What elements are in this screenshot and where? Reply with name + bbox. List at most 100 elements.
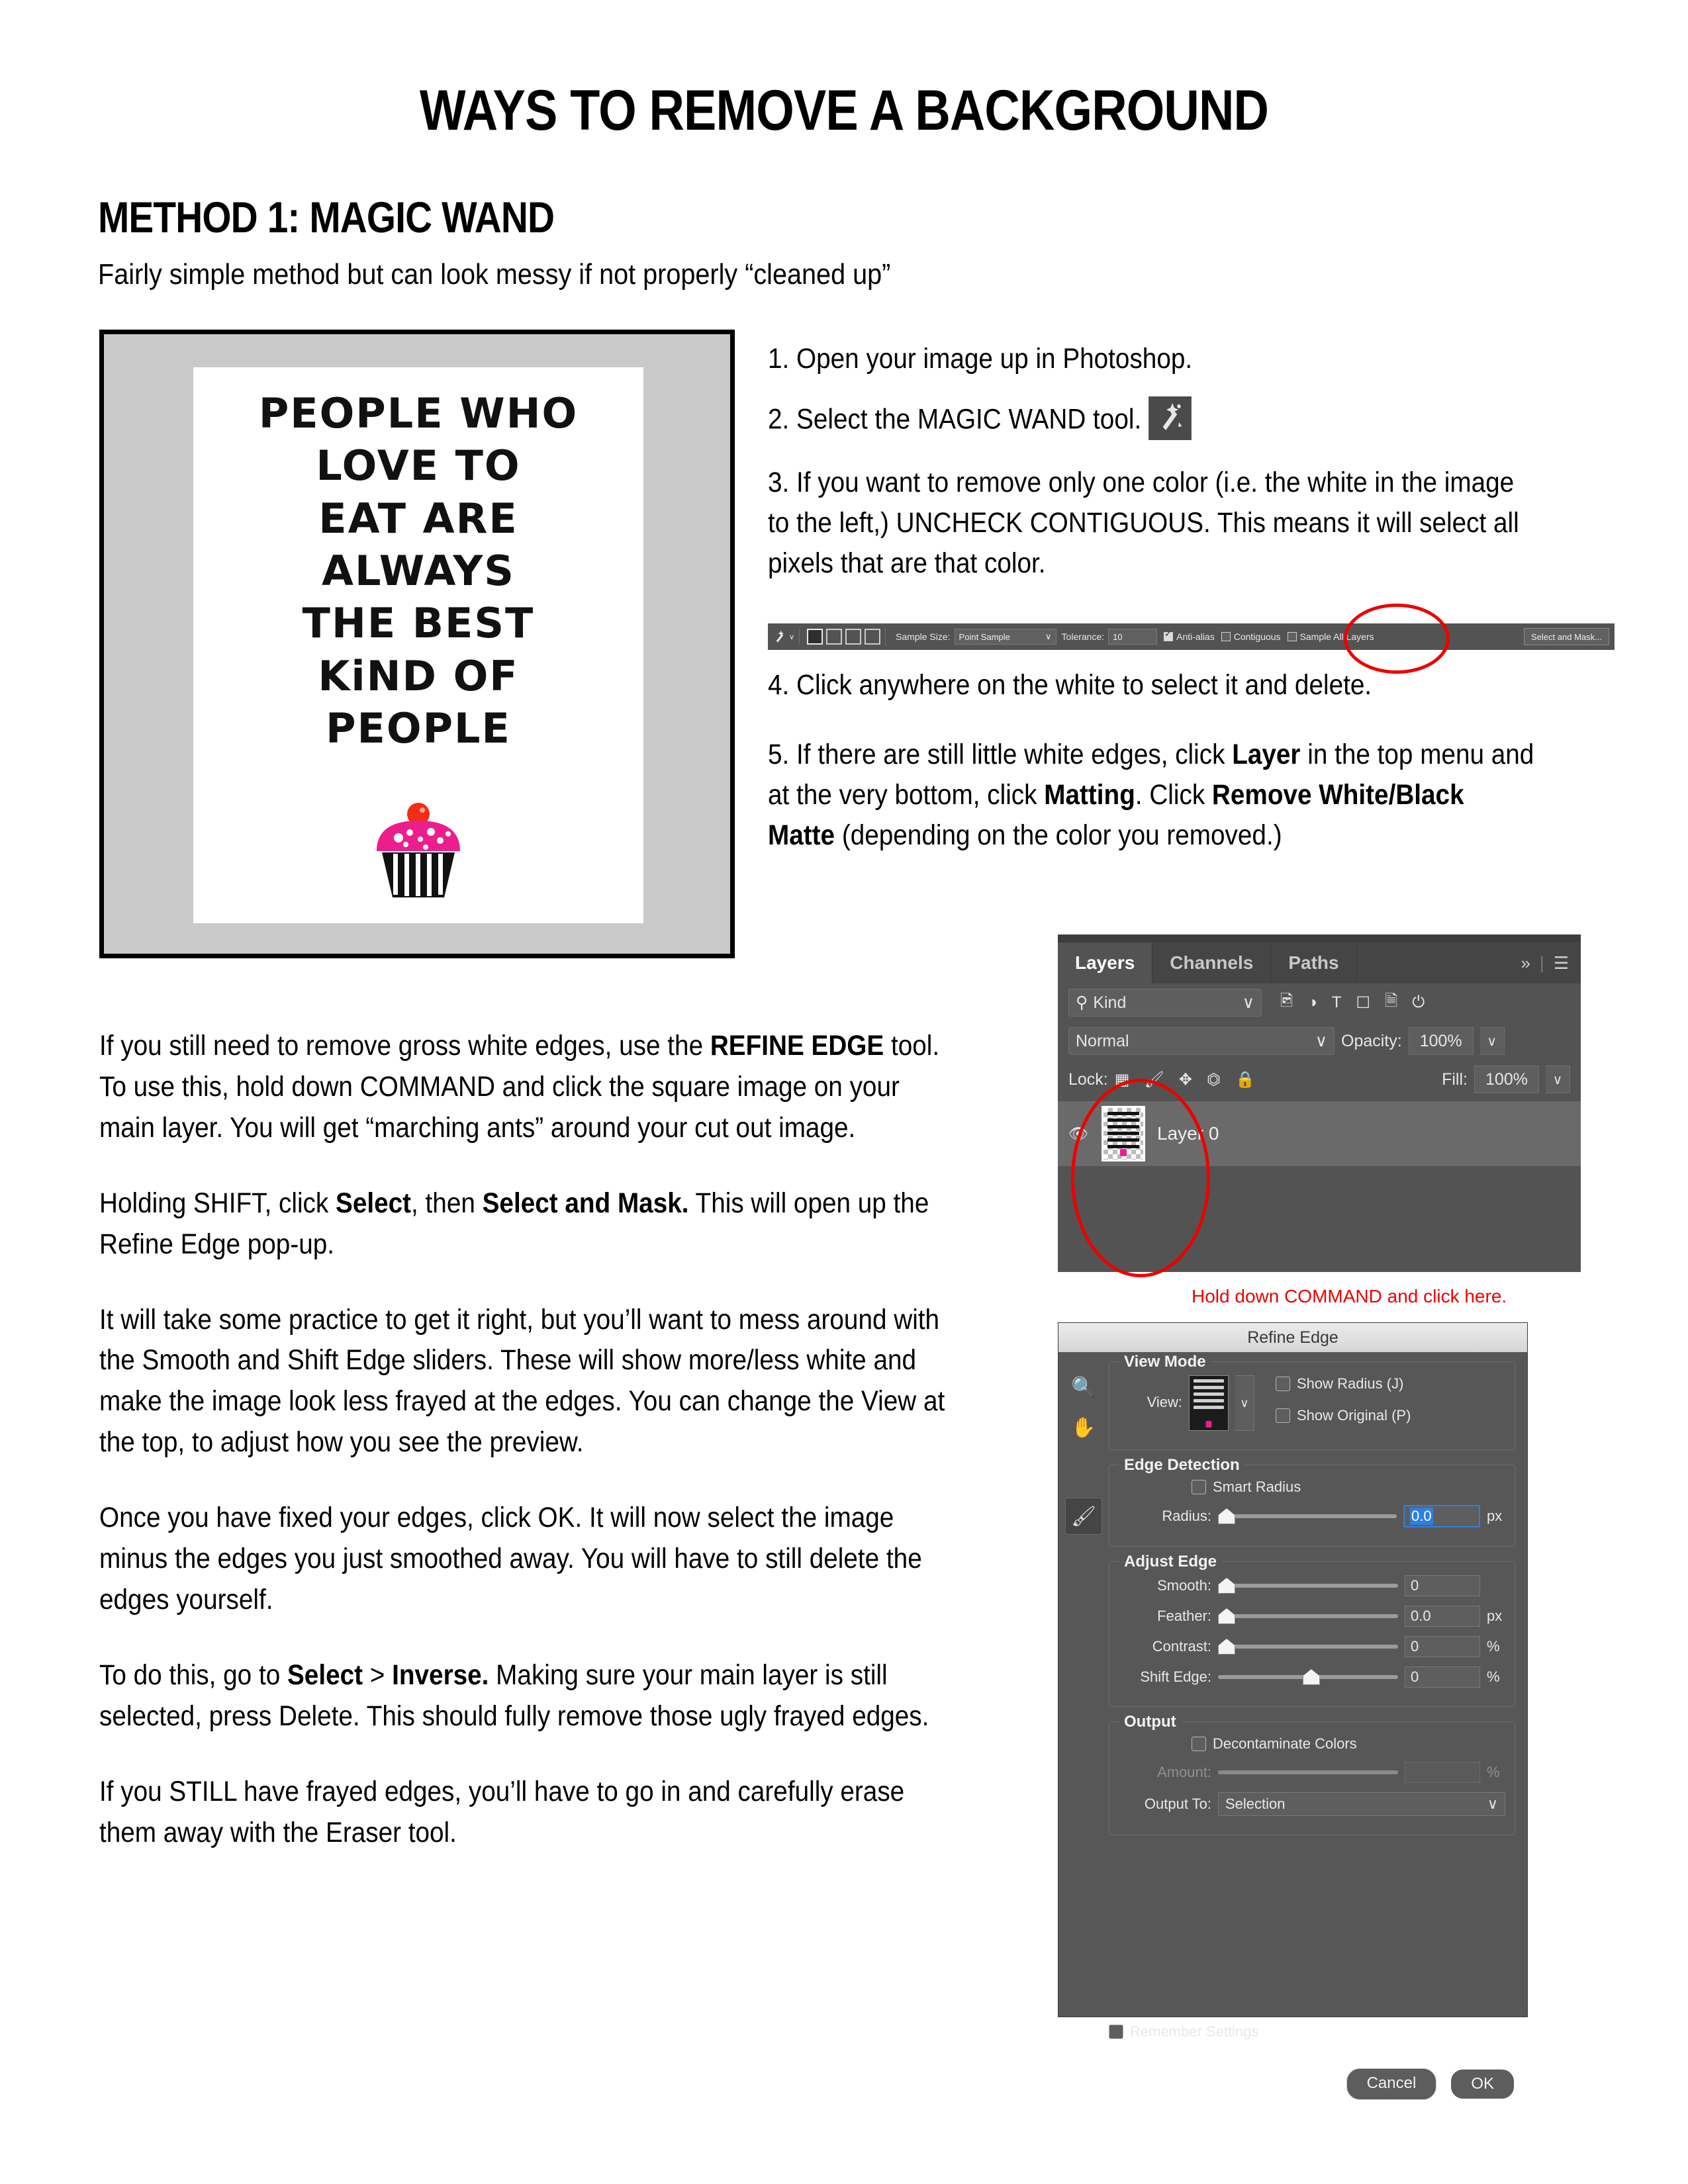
thumbnail-cupcake-dot (1205, 1421, 1212, 1428)
output-to-value: Selection (1225, 1796, 1286, 1812)
view-preview-thumbnail[interactable] (1189, 1375, 1229, 1431)
visibility-eye-icon[interactable]: 👁 (1067, 1124, 1090, 1144)
hand-tool-icon[interactable]: ✋ (1071, 1416, 1096, 1439)
paragraph-refine-edge: If you still need to remove gross white … (99, 1030, 940, 1144)
view-mode-legend: View Mode (1119, 1353, 1211, 1371)
radius-value: 0.0 (1410, 1508, 1433, 1525)
panel-menu-icon[interactable]: ☰ (1554, 953, 1569, 974)
step-4: 4. Click anywhere on the white to select… (768, 669, 1372, 701)
lock-position-icon[interactable]: ✥ (1179, 1070, 1192, 1089)
radius-input[interactable]: 0.0 (1403, 1505, 1480, 1527)
fill-value[interactable]: 100% (1474, 1066, 1539, 1093)
contrast-slider[interactable] (1218, 1639, 1398, 1655)
type-layer-icon[interactable]: T (1332, 993, 1342, 1012)
contiguous-checkbox[interactable]: Contiguous (1221, 631, 1281, 642)
blend-mode-select[interactable]: Normal ∨ (1068, 1027, 1335, 1055)
lock-icons-group: ▦ 🖌 ✥ ⏣ 🔒 (1115, 1070, 1255, 1089)
select-and-mask-button[interactable]: Select and Mask... (1524, 628, 1609, 645)
remember-settings-checkbox[interactable]: Remember Settings (1109, 2023, 1515, 2040)
slider-knob[interactable] (1218, 1578, 1235, 1594)
smart-radius-checkbox[interactable]: Smart Radius (1192, 1479, 1301, 1496)
radius-slider[interactable] (1218, 1508, 1397, 1524)
decontaminate-row: Decontaminate Colors (1119, 1735, 1505, 1752)
sample-all-layers-label: Sample All Layers (1299, 631, 1374, 642)
decontaminate-colors-checkbox[interactable]: Decontaminate Colors (1192, 1735, 1357, 1752)
filter-label: Kind (1093, 993, 1127, 1012)
output-to-select[interactable]: Selection ∨ (1218, 1792, 1505, 1816)
intersect-with-selection-icon[interactable] (865, 629, 881, 645)
smart-radius-label: Smart Radius (1213, 1479, 1301, 1495)
smooth-row: Smooth: 0 (1119, 1575, 1505, 1596)
slider-track (1218, 1514, 1397, 1518)
slider-knob[interactable] (1218, 1608, 1235, 1624)
sample-size-select[interactable]: Point Sample ∨ (954, 629, 1056, 645)
tab-channels[interactable]: Channels (1152, 942, 1272, 983)
adjustment-layer-icon[interactable]: ◑ (1307, 993, 1317, 1012)
divider (799, 628, 800, 645)
amount-label: Amount: (1157, 1764, 1211, 1780)
tool-preset-caret-icon[interactable]: ∨ (789, 633, 794, 641)
slider-knob[interactable] (1302, 1669, 1320, 1685)
layer-thumbnail[interactable] (1102, 1106, 1145, 1161)
opacity-value[interactable]: 100% (1408, 1027, 1474, 1055)
contrast-input[interactable]: 0 (1405, 1636, 1480, 1657)
lock-transparent-pixels-icon[interactable]: ▦ (1115, 1070, 1130, 1089)
show-radius-checkbox[interactable]: Show Radius (J) (1276, 1375, 1505, 1392)
lock-artboard-icon[interactable]: ⏣ (1207, 1070, 1221, 1089)
smart-object-icon[interactable]: 🗎 (1385, 989, 1397, 1017)
paragraph-inverse: To do this, go to Select > Inverse. Maki… (99, 1659, 929, 1732)
layer-filter-row: ⚲ Kind ∨ 🖻 ◑ T ☐ 🗎 ⏻ (1058, 983, 1581, 1022)
opacity-label: Opacity: (1341, 1031, 1402, 1050)
layer-name[interactable]: Layer 0 (1157, 1123, 1219, 1144)
feather-input[interactable]: 0.0 (1405, 1606, 1480, 1627)
refine-edge-dialog: Refine Edge 🔍 ✋ 🖌 View Mode View: ∨ Show… (1058, 1322, 1528, 2100)
overflow-chevron-icon[interactable]: » (1521, 953, 1530, 974)
magic-wand-icon[interactable] (773, 629, 786, 645)
add-to-selection-icon[interactable] (826, 629, 843, 645)
selection-mode-group[interactable] (807, 629, 881, 645)
layer-row-layer0[interactable]: 👁 Layer 0 (1058, 1101, 1581, 1166)
tab-layers[interactable]: Layers (1058, 942, 1153, 983)
opacity-chevron-icon[interactable]: ∨ (1479, 1027, 1505, 1055)
magic-wand-icon (1149, 396, 1192, 441)
shape-layer-icon[interactable]: ☐ (1356, 993, 1370, 1013)
shift-edge-input[interactable]: 0 (1405, 1666, 1480, 1688)
shift-edge-slider[interactable] (1218, 1669, 1398, 1685)
view-row: View: ∨ Show Radius (J) Show Original (P… (1119, 1375, 1505, 1431)
tolerance-input[interactable]: 10 (1108, 629, 1158, 645)
zoom-tool-icon[interactable]: 🔍 (1071, 1376, 1096, 1399)
thumbnail-cupcake-dot (1120, 1149, 1127, 1156)
fill-chevron-icon[interactable]: ∨ (1546, 1066, 1570, 1093)
feather-slider[interactable] (1218, 1608, 1398, 1624)
contiguous-label: Contiguous (1233, 631, 1281, 642)
sample-all-layers-checkbox[interactable]: Sample All Layers (1287, 631, 1374, 642)
lock-row: Lock: ▦ 🖌 ✥ ⏣ 🔒 Fill: 100% ∨ (1058, 1060, 1581, 1099)
cancel-button[interactable]: Cancel (1346, 2068, 1437, 2100)
smooth-input[interactable]: 0 (1405, 1575, 1480, 1596)
chevron-down-icon: ∨ (1242, 993, 1254, 1012)
new-selection-icon[interactable] (807, 629, 823, 645)
show-original-label: Show Original (P) (1297, 1407, 1411, 1424)
view-chevron-icon[interactable]: ∨ (1235, 1375, 1254, 1431)
checkbox-icon (1164, 629, 1174, 641)
view-mode-group: View Mode View: ∨ Show Radius (J) Show O… (1109, 1353, 1515, 1450)
edge-detection-legend: Edge Detection (1119, 1456, 1245, 1475)
show-original-checkbox[interactable]: Show Original (P) (1276, 1407, 1505, 1424)
ok-button[interactable]: OK (1450, 2068, 1515, 2100)
lock-all-icon[interactable]: 🔒 (1235, 1070, 1255, 1089)
slider-knob[interactable] (1218, 1508, 1235, 1524)
anti-alias-checkbox[interactable]: Anti-alias (1164, 629, 1215, 642)
subtract-from-selection-icon[interactable] (845, 629, 862, 645)
slider-knob[interactable] (1218, 1639, 1235, 1655)
lock-label: Lock: (1068, 1069, 1108, 1089)
layer-kind-filter[interactable]: ⚲ Kind ∨ (1068, 989, 1262, 1017)
tab-paths[interactable]: Paths (1271, 942, 1357, 983)
lock-image-pixels-icon[interactable]: 🖌 (1144, 1070, 1164, 1089)
smooth-slider[interactable] (1218, 1578, 1398, 1594)
dialog-body: 🔍 ✋ 🖌 View Mode View: ∨ Show Radius (J) (1058, 1352, 1527, 2017)
refine-radius-brush-icon[interactable]: 🖌 (1065, 1498, 1102, 1535)
dialog-footer: Remember Settings Cancel OK (1058, 2017, 1527, 2100)
paragraph-practice: It will take some practice to get it rig… (99, 1303, 945, 1459)
pixel-layer-icon[interactable]: 🖻 (1280, 989, 1293, 1017)
filter-toggle-icon[interactable]: ⏻ (1412, 993, 1425, 1012)
